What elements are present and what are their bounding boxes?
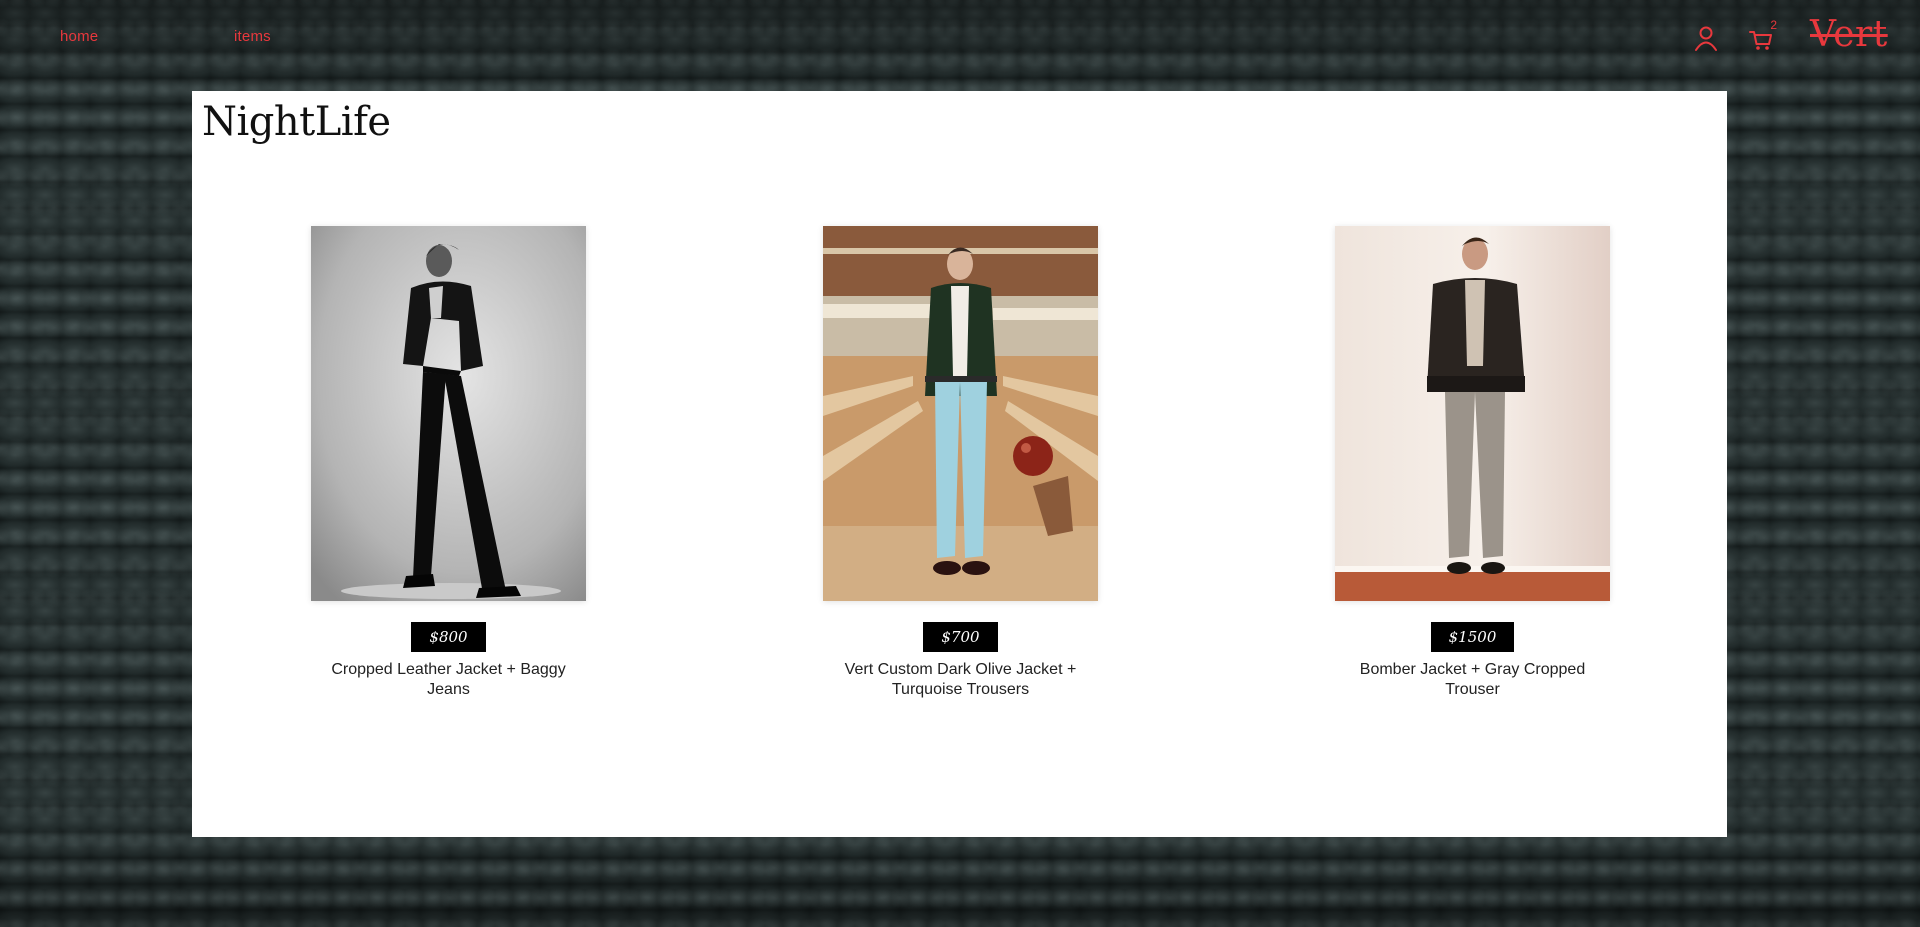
page-title: NightLife xyxy=(202,99,391,145)
cart-button[interactable]: 2 xyxy=(1748,18,1777,52)
cart-count-badge: 2 xyxy=(1770,18,1777,32)
product-name[interactable]: Bomber Jacket + Gray Cropped Trouser xyxy=(1335,660,1610,700)
product-image[interactable] xyxy=(1335,226,1610,601)
product-card[interactable]: $800 Cropped Leather Jacket + Baggy Jean… xyxy=(311,226,586,700)
product-image[interactable] xyxy=(311,226,586,601)
nav-items-link[interactable]: items xyxy=(234,28,271,45)
product-image[interactable] xyxy=(823,226,1098,601)
product-price: $800 xyxy=(411,622,486,652)
product-price: $1500 xyxy=(1430,622,1515,652)
product-name[interactable]: Cropped Leather Jacket + Baggy Jeans xyxy=(311,660,586,700)
product-price: $700 xyxy=(923,622,998,652)
product-name[interactable]: Vert Custom Dark Olive Jacket + Turquois… xyxy=(823,660,1098,700)
user-account-button[interactable] xyxy=(1693,24,1719,52)
user-icon xyxy=(1695,26,1717,51)
brand-logo[interactable]: Vert xyxy=(1810,14,1888,55)
nav-home-link[interactable]: home xyxy=(60,28,98,45)
collection-panel: NightLife $800 Cropped Leather Jacket + … xyxy=(192,91,1727,837)
product-card[interactable]: $1500 Bomber Jacket + Gray Cropped Trous… xyxy=(1335,226,1610,700)
product-card[interactable]: $700 Vert Custom Dark Olive Jacket + Tur… xyxy=(823,226,1098,700)
